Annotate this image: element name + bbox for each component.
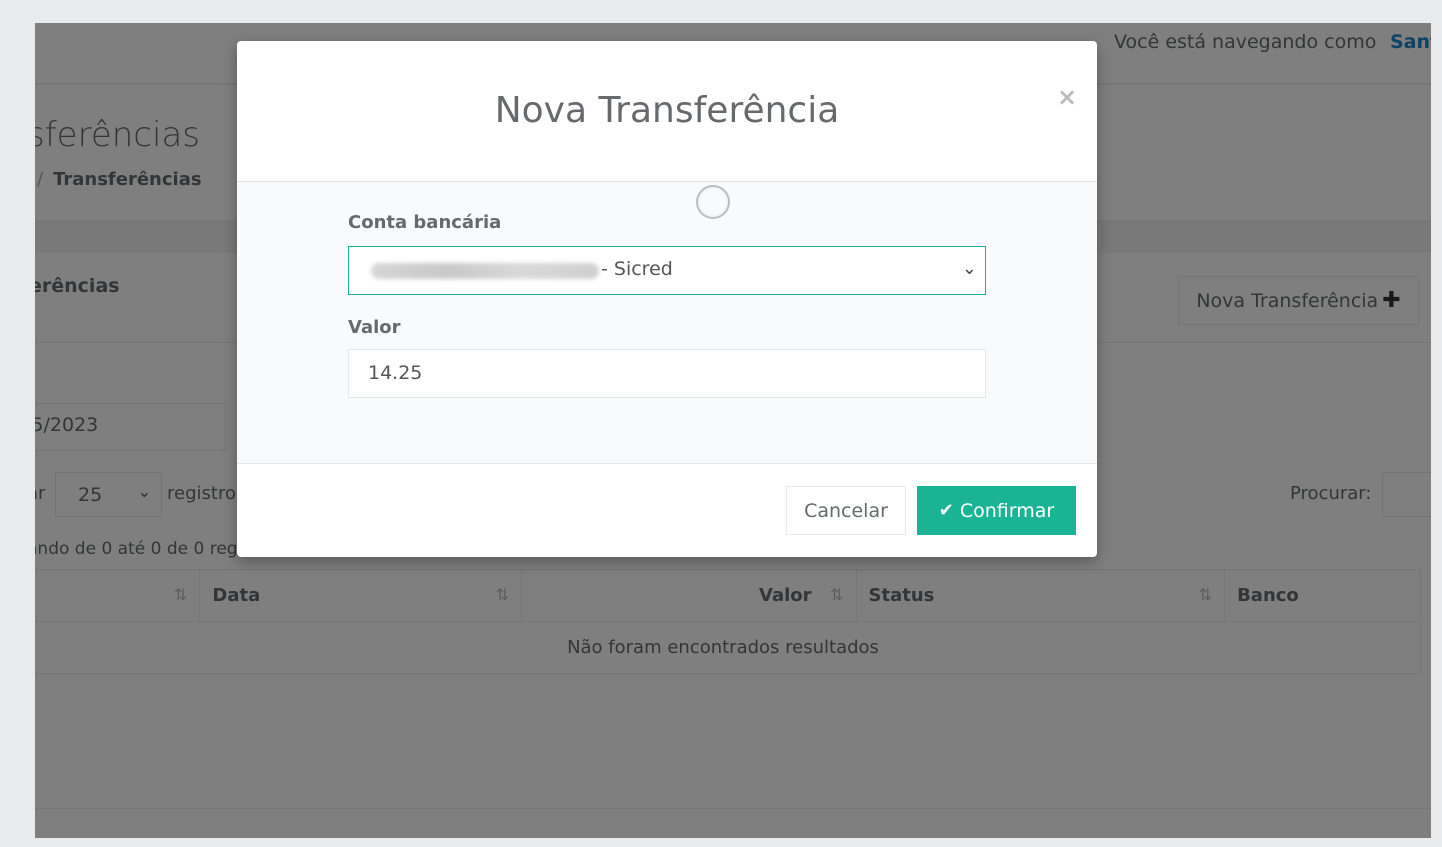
- chevron-down-icon: ⌄: [961, 258, 977, 279]
- cancel-button[interactable]: Cancelar: [786, 486, 906, 535]
- modal-footer: Cancelar ✔ Confirmar: [237, 463, 1097, 557]
- close-icon[interactable]: ×: [1057, 83, 1077, 111]
- confirm-label: Confirmar: [959, 499, 1055, 522]
- modal-header: Nova Transferência ×: [237, 41, 1097, 182]
- confirm-button[interactable]: ✔ Confirmar: [917, 486, 1076, 535]
- check-icon: ✔: [938, 500, 954, 521]
- modal-title: Nova Transferência: [494, 90, 840, 131]
- value-label: Valor: [348, 317, 401, 338]
- account-name-blurred: [371, 263, 599, 279]
- account-label: Conta bancária: [348, 212, 502, 233]
- bank-account-select[interactable]: - Sicred ⌄: [348, 246, 986, 295]
- account-bank-suffix: - Sicred: [601, 258, 673, 280]
- value-input[interactable]: 14.25: [348, 349, 986, 398]
- new-transfer-modal: Nova Transferência × Conta bancária - Si…: [237, 41, 1097, 557]
- modal-body: Conta bancária - Sicred ⌄ Valor 14.25: [237, 182, 1097, 463]
- loading-spinner-icon: [696, 185, 730, 219]
